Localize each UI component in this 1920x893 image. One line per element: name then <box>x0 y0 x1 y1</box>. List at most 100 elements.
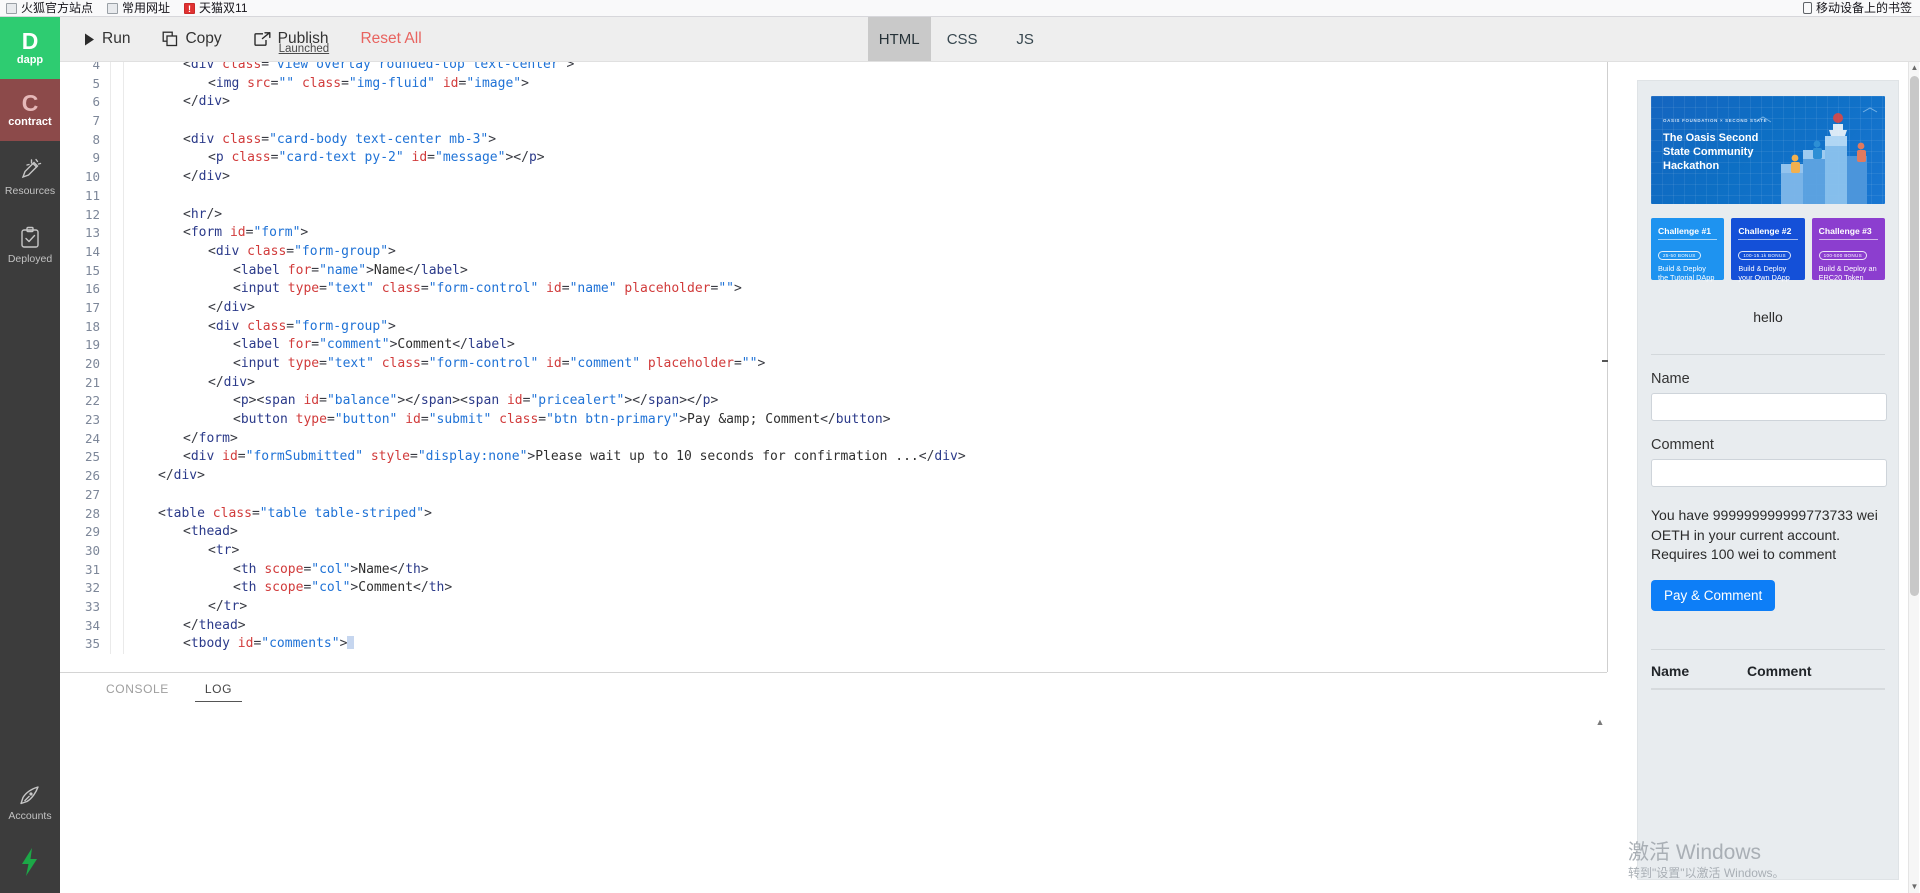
mobile-bookmarks-entry[interactable]: 移动设备上的书签 <box>1802 1 1912 15</box>
code-line-content[interactable]: <div class="card-body text-center mb-3"> <box>124 131 496 150</box>
code-line-content[interactable] <box>124 112 133 131</box>
code-line[interactable]: 28 <table class="table table-striped"> <box>60 504 1607 524</box>
challenge-chip[interactable]: Challenge #2 100-15.1k BONUS Build & Dep… <box>1731 218 1805 282</box>
bookmark-item[interactable]: 火狐官方站点 <box>6 1 93 15</box>
code-line-content[interactable]: <tr> <box>124 542 239 561</box>
code-line[interactable]: 20 <input type="text" class="form-control… <box>60 355 1607 374</box>
code-line-content[interactable]: <input type="text" class="form-control" … <box>124 280 742 299</box>
fold-gutter[interactable] <box>110 485 124 505</box>
code-line-content[interactable]: </thead> <box>124 617 246 636</box>
sidebar-item-status[interactable] <box>0 835 60 893</box>
tab-js[interactable]: JS <box>994 17 1057 61</box>
fold-gutter[interactable] <box>110 186 124 206</box>
preview-scrollbar[interactable]: ▲ ▼ <box>1908 62 1919 893</box>
code-line-content[interactable] <box>124 187 133 206</box>
fold-gutter[interactable] <box>110 635 124 654</box>
fold-gutter[interactable] <box>110 242 124 262</box>
bookmark-item[interactable]: 常用网址 <box>107 1 170 15</box>
code-line-content[interactable]: <p class="card-text py-2" id="message"><… <box>124 149 545 168</box>
code-line[interactable]: 18 <div class="form-group"> <box>60 317 1607 337</box>
fold-gutter[interactable] <box>110 597 124 617</box>
scroll-up-icon[interactable]: ▲ <box>1909 62 1920 74</box>
code-line[interactable]: 4 <div class="view overlay rounded-top te… <box>60 62 1607 75</box>
fold-gutter[interactable] <box>110 429 124 449</box>
fold-gutter[interactable] <box>110 392 124 412</box>
code-line[interactable]: 21 </div> <box>60 373 1607 393</box>
code-line[interactable]: 7 <box>60 112 1607 131</box>
scroll-thumb[interactable] <box>1910 76 1919 596</box>
code-line-content[interactable]: </div> <box>124 374 255 393</box>
code-line-content[interactable]: <button type="button" id="submit" class=… <box>124 411 891 430</box>
tab-html[interactable]: HTML <box>867 17 931 61</box>
fold-gutter[interactable] <box>110 541 124 561</box>
code-line[interactable]: 27 <box>60 485 1607 505</box>
publish-status[interactable]: Launched <box>279 43 330 55</box>
code-line-content[interactable]: </div> <box>124 168 230 187</box>
fold-gutter[interactable] <box>110 616 124 636</box>
pay-and-comment-button[interactable]: Pay & Comment <box>1651 579 1776 611</box>
code-line[interactable]: 26 </div> <box>60 467 1607 486</box>
challenge-chip[interactable]: Challenge #3 100-500 BONUS Build & Deplo… <box>1811 218 1885 282</box>
code-line-content[interactable]: <div class="form-group"> <box>124 243 396 262</box>
code-line[interactable]: 33 </tr> <box>60 597 1607 617</box>
copy-button[interactable]: Copy <box>146 17 237 62</box>
scroll-down-icon[interactable]: ▼ <box>1909 881 1920 893</box>
run-button[interactable]: Run <box>68 17 146 62</box>
fold-gutter[interactable] <box>110 130 124 150</box>
code-line[interactable]: 8 <div class="card-body text-center mb-3"… <box>60 130 1607 150</box>
fold-gutter[interactable] <box>110 62 124 75</box>
challenge-chip[interactable]: Challenge #1 25-50 BONUS Build & Deploy … <box>1651 218 1725 282</box>
code-line-content[interactable]: <p><span id="balance"></span><span id="p… <box>124 392 718 411</box>
publish-button[interactable]: Publish Launched <box>238 17 345 62</box>
code-line-content[interactable]: <label for="name">Name</label> <box>124 262 468 281</box>
fold-gutter[interactable] <box>110 411 124 430</box>
code-line[interactable]: 10 </div> <box>60 168 1607 187</box>
fold-gutter[interactable] <box>110 317 124 337</box>
code-line[interactable]: 19 <label for="comment">Comment</label> <box>60 336 1607 355</box>
code-line[interactable]: 14 <div class="form-group"> <box>60 242 1607 262</box>
fold-gutter[interactable] <box>110 261 124 281</box>
fold-gutter[interactable] <box>110 168 124 187</box>
code-line-content[interactable]: </div> <box>124 467 205 486</box>
code-line[interactable]: 9 <p class="card-text py-2" id="message">… <box>60 149 1607 169</box>
tab-log[interactable]: LOG <box>187 673 250 705</box>
code-line[interactable]: 17 </div> <box>60 298 1607 318</box>
fold-gutter[interactable] <box>110 336 124 355</box>
tab-console[interactable]: CONSOLE <box>88 673 187 705</box>
code-line[interactable]: 34 </thead> <box>60 616 1607 636</box>
code-line[interactable]: 6 </div> <box>60 93 1607 113</box>
fold-gutter[interactable] <box>110 149 124 169</box>
scroll-up-icon[interactable]: ▲ <box>1595 717 1605 727</box>
code-line[interactable]: 15 <label for="name">Name</label> <box>60 261 1607 281</box>
code-line-content[interactable]: <form id="form"> <box>124 224 308 243</box>
code-line[interactable]: 23 <button type="button" id="submit" clas… <box>60 411 1607 430</box>
sidebar-item-dapp[interactable]: D dapp <box>0 17 60 79</box>
fold-gutter[interactable] <box>110 355 124 374</box>
code-line-content[interactable] <box>124 486 133 505</box>
code-line-content[interactable]: <th scope="col">Name</th> <box>124 561 429 580</box>
bookmark-item[interactable]: 天猫双11 <box>184 1 248 15</box>
sidebar-item-deployed[interactable]: Deployed <box>0 215 60 277</box>
reset-all-button[interactable]: Reset All <box>344 17 437 62</box>
sidebar-item-contract[interactable]: C contract <box>0 79 60 141</box>
fold-gutter[interactable] <box>110 467 124 486</box>
fold-gutter[interactable] <box>110 448 124 468</box>
code-line-content[interactable]: </tr> <box>124 598 247 617</box>
code-line-content[interactable]: </div> <box>124 93 230 112</box>
code-line[interactable]: 24 </form> <box>60 429 1607 449</box>
code-line-content[interactable]: <hr/> <box>124 206 222 225</box>
sidebar-item-resources[interactable]: Resources <box>0 147 60 209</box>
code-line-content[interactable]: </form> <box>124 430 238 449</box>
tab-css[interactable]: CSS <box>931 17 994 61</box>
code-line-content[interactable]: <div id="formSubmitted" style="display:n… <box>124 448 966 467</box>
code-line-content[interactable]: <table class="table table-striped"> <box>124 505 432 524</box>
code-line[interactable]: 16 <input type="text" class="form-control… <box>60 280 1607 299</box>
code-line-content[interactable]: <tbody id="comments"> <box>124 635 355 654</box>
code-editor[interactable]: 4 <div class="view overlay rounded-top te… <box>60 62 1607 672</box>
fold-gutter[interactable] <box>110 224 124 243</box>
code-line[interactable]: 30 <tr> <box>60 541 1607 561</box>
code-line-content[interactable]: <img src="" class="img-fluid" id="image"… <box>124 75 529 94</box>
fold-gutter[interactable] <box>110 373 124 393</box>
fold-gutter[interactable] <box>110 298 124 318</box>
code-line[interactable]: 5 <img src="" class="img-fluid" id="image… <box>60 74 1607 94</box>
